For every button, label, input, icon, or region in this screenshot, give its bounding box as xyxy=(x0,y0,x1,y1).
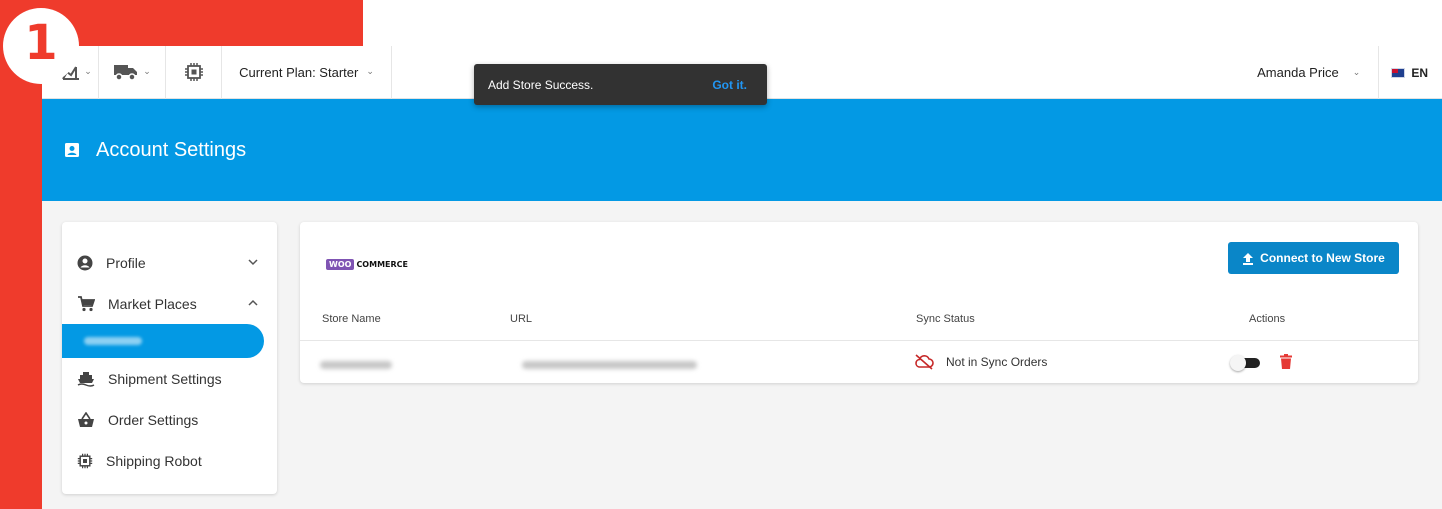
chip-icon xyxy=(184,63,203,81)
chevron-down-icon: ⌄ xyxy=(1352,67,1361,78)
connect-new-store-label: Connect to New Store xyxy=(1260,251,1385,265)
upload-icon xyxy=(1243,252,1254,265)
ship-icon xyxy=(77,371,95,387)
column-header-sync-status: Sync Status xyxy=(916,313,975,325)
chevron-down-icon: ⌄ xyxy=(143,67,151,77)
cloud-off-icon xyxy=(915,354,934,370)
step-number-badge: 1 xyxy=(3,8,79,84)
chevron-down-icon xyxy=(248,259,258,266)
sidebar-item-profile[interactable]: Profile xyxy=(62,242,277,283)
sidebar-item-label: Market Places xyxy=(108,295,197,312)
store-name-cell xyxy=(320,358,392,372)
sidebar-item-shipment-settings[interactable]: Shipment Settings xyxy=(62,358,277,399)
chip-icon xyxy=(77,453,93,468)
toast-dismiss-button[interactable]: Got it. xyxy=(712,78,747,92)
delete-store-icon[interactable] xyxy=(1280,354,1292,369)
woocommerce-logo-badge: WOO xyxy=(326,259,355,270)
redacted-store-url xyxy=(522,361,697,369)
toast-message: Add Store Success. xyxy=(488,77,594,92)
sidebar-item-label: Profile xyxy=(106,254,146,271)
account-circle-icon xyxy=(77,255,93,270)
sync-status-cell: Not in Sync Orders xyxy=(914,354,1047,370)
basket-icon xyxy=(78,411,94,427)
language-selector[interactable]: EN xyxy=(1379,46,1442,99)
success-toast: Add Store Success. Got it. xyxy=(474,64,767,105)
sync-toggle-thumb xyxy=(1230,355,1246,371)
woocommerce-logo: WOO COMMERCE xyxy=(326,259,408,270)
sidebar-item-shipping-robot[interactable]: Shipping Robot xyxy=(62,440,277,481)
current-plan-dropdown[interactable]: Current Plan: Starter ⌄ xyxy=(222,45,392,99)
user-name: Amanda Price xyxy=(1257,65,1339,80)
connect-new-store-button[interactable]: Connect to New Store xyxy=(1228,242,1399,274)
column-header-url: URL xyxy=(510,313,533,325)
language-code: EN xyxy=(1411,65,1428,80)
woocommerce-logo-text: COMMERCE xyxy=(356,260,408,269)
app-window: ⌄ ⌄ Current Plan: Starter ⌄ Amanda Price… xyxy=(42,45,1442,509)
robot-menu[interactable] xyxy=(166,45,222,99)
current-plan-label: Current Plan: Starter xyxy=(239,64,359,80)
sidebar-item-label: Shipping Robot xyxy=(106,452,202,469)
table-header: Store Name URL Sync Status Actions xyxy=(300,301,1418,341)
chevron-down-icon: ⌄ xyxy=(366,67,374,77)
chevron-down-icon: ⌄ xyxy=(84,67,92,77)
sidebar-item-label: Order Settings xyxy=(108,411,199,428)
sidebar-subitem-selected-store[interactable] xyxy=(62,324,264,358)
user-menu[interactable]: Amanda Price ⌄ xyxy=(1257,46,1380,99)
sidebar-item-order-settings[interactable]: Order Settings xyxy=(62,399,277,440)
settings-sidebar: Profile Market Places Shipment Settings … xyxy=(62,222,277,494)
account-box-icon xyxy=(65,143,79,157)
shipping-menu[interactable]: ⌄ xyxy=(99,45,166,99)
truck-icon xyxy=(114,65,138,81)
sync-toggle[interactable] xyxy=(1230,355,1260,371)
column-header-store-name: Store Name xyxy=(322,313,381,325)
chevron-up-icon xyxy=(248,299,258,306)
table-row: Not in Sync Orders xyxy=(300,342,1418,383)
sidebar-item-market-places[interactable]: Market Places xyxy=(62,283,277,324)
column-header-actions: Actions xyxy=(1249,313,1286,325)
redacted-store-name xyxy=(320,361,392,369)
flag-icon xyxy=(1391,67,1406,78)
page-title: Account Settings xyxy=(96,138,247,161)
url-cell xyxy=(522,358,697,372)
cart-icon xyxy=(78,295,95,311)
page-header: Account Settings xyxy=(42,99,1442,201)
store-list-card: WOO COMMERCE Connect to New Store Store … xyxy=(300,222,1418,383)
sync-status-text: Not in Sync Orders xyxy=(946,355,1048,369)
redacted-store-label xyxy=(84,337,142,345)
sidebar-item-label: Shipment Settings xyxy=(108,370,222,387)
